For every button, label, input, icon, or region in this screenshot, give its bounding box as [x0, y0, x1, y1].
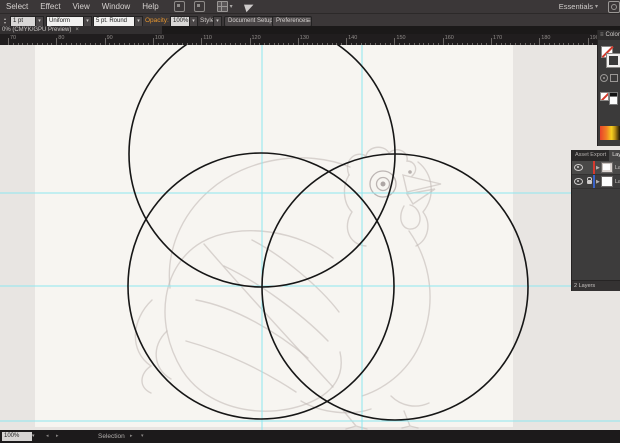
tab-asset-export[interactable]: Asset Export [572, 150, 609, 161]
current-tool-status: Selection [98, 430, 125, 443]
lock-icon[interactable] [587, 180, 592, 184]
artboard-prev-icon[interactable]: ◂ [46, 433, 49, 439]
layer-name[interactable]: Layer 1 [615, 165, 620, 171]
disclosure-triangle-icon[interactable]: ▶ [596, 165, 600, 171]
menubar: Select Effect View Window Help ▾ Essenti… [0, 0, 620, 13]
workspace-switcher[interactable]: Essentials [559, 2, 593, 11]
none-swatch[interactable] [600, 92, 609, 101]
color-panel-header[interactable]: ≡ Color [598, 30, 620, 40]
layer-row-1[interactable]: ▶ Layer 1 [572, 161, 620, 175]
menu-effect[interactable]: Effect [34, 0, 66, 13]
status-flyout-icon[interactable]: ▾ [141, 433, 144, 439]
zoom-caret-icon[interactable]: ▾ [32, 433, 35, 439]
zoom-level-field[interactable]: 100% [2, 432, 32, 441]
layer-color-bar [593, 175, 595, 188]
control-bar: ▴▾ 1 pt ▾ Uniform ▾ 5 pt. Round ▾ Opacit… [0, 13, 620, 27]
menu-window[interactable]: Window [96, 0, 136, 13]
arrange-documents-caret-icon[interactable]: ▾ [230, 3, 233, 10]
swap-colors-icon[interactable] [610, 74, 618, 82]
stroke-weight-stepper[interactable]: ▴▾ [4, 16, 6, 25]
opacity-label[interactable]: Opacity: [145, 16, 169, 25]
tab-layers[interactable]: Layers [609, 150, 620, 161]
document-tab-title: 0% (CMYK/GPU Preview) [2, 26, 71, 34]
pencil-sketch-eye [381, 182, 386, 187]
ruler-label: 170 [493, 35, 502, 41]
ruler-label: 140 [348, 35, 357, 41]
ruler-label: 110 [203, 35, 212, 41]
stroke-color-proxy[interactable] [607, 54, 620, 67]
layer-thumbnail[interactable] [601, 176, 613, 187]
visibility-eye-icon[interactable] [574, 164, 583, 171]
layers-panel: Asset Export Layers ▶ Layer 1 ▶ Layer 2 … [571, 150, 620, 291]
status-bar: 100% ▾ ◂ ▸ Selection ▸ ▾ [0, 430, 620, 443]
visibility-eye-icon[interactable] [574, 178, 583, 185]
document-tab-bar: 0% (CMYK/GPU Preview) × [0, 26, 620, 34]
target-icon[interactable] [600, 74, 608, 82]
menu-select[interactable]: Select [0, 0, 34, 13]
artboard-canvas[interactable] [0, 45, 620, 430]
disclosure-triangle-icon[interactable]: ▶ [596, 179, 600, 185]
color-panel-title: Color [606, 30, 620, 40]
workspace-caret-icon[interactable]: ▾ [595, 3, 598, 10]
ruler-label: 150 [396, 35, 405, 41]
panel-menu-icon[interactable]: ≡ [306, 16, 311, 25]
ruler-label: 120 [252, 35, 261, 41]
document-layout-icon[interactable] [194, 1, 205, 12]
color-spectrum-bar[interactable] [600, 126, 620, 140]
layers-count-status: 2 Layers [572, 280, 620, 291]
tab-close-icon[interactable]: × [75, 26, 79, 34]
bridge-icon[interactable] [174, 1, 185, 12]
artboard-next-icon[interactable]: ▸ [56, 433, 59, 439]
layer-name[interactable]: Layer 2 [615, 179, 620, 185]
lock-cell[interactable] [585, 180, 593, 184]
ruler-label: 90 [107, 35, 113, 41]
layers-panel-tabs: Asset Export Layers [572, 150, 620, 161]
status-menu-icon[interactable]: ▸ [130, 433, 133, 439]
ruler-label: 70 [10, 35, 16, 41]
layer-color-bar [593, 161, 595, 174]
ruler-label: 130 [300, 35, 309, 41]
search-icon[interactable] [608, 1, 620, 13]
arrange-documents-icon[interactable] [217, 1, 228, 12]
menu-view[interactable]: View [67, 0, 96, 13]
ruler-label: 100 [155, 35, 164, 41]
layer-thumbnail[interactable] [601, 162, 613, 173]
white-swatch[interactable] [609, 96, 618, 105]
color-panel: ≡ Color [597, 30, 620, 146]
canvas-svg [0, 45, 620, 430]
panel-menu-icon[interactable]: ≡ [600, 30, 604, 40]
document-tab[interactable]: 0% (CMYK/GPU Preview) × [0, 26, 162, 34]
layer-row-2[interactable]: ▶ Layer 2 [572, 175, 620, 189]
sketch-paper [35, 45, 513, 427]
ruler-label: 80 [58, 35, 64, 41]
ruler[interactable]: 708090100110120130140150160170180190 [0, 34, 620, 45]
ruler-label: 180 [541, 35, 550, 41]
share-icon[interactable] [244, 1, 255, 11]
menu-help[interactable]: Help [136, 0, 164, 13]
ruler-label: 160 [445, 35, 454, 41]
pencil-sketch-eye [408, 170, 412, 174]
